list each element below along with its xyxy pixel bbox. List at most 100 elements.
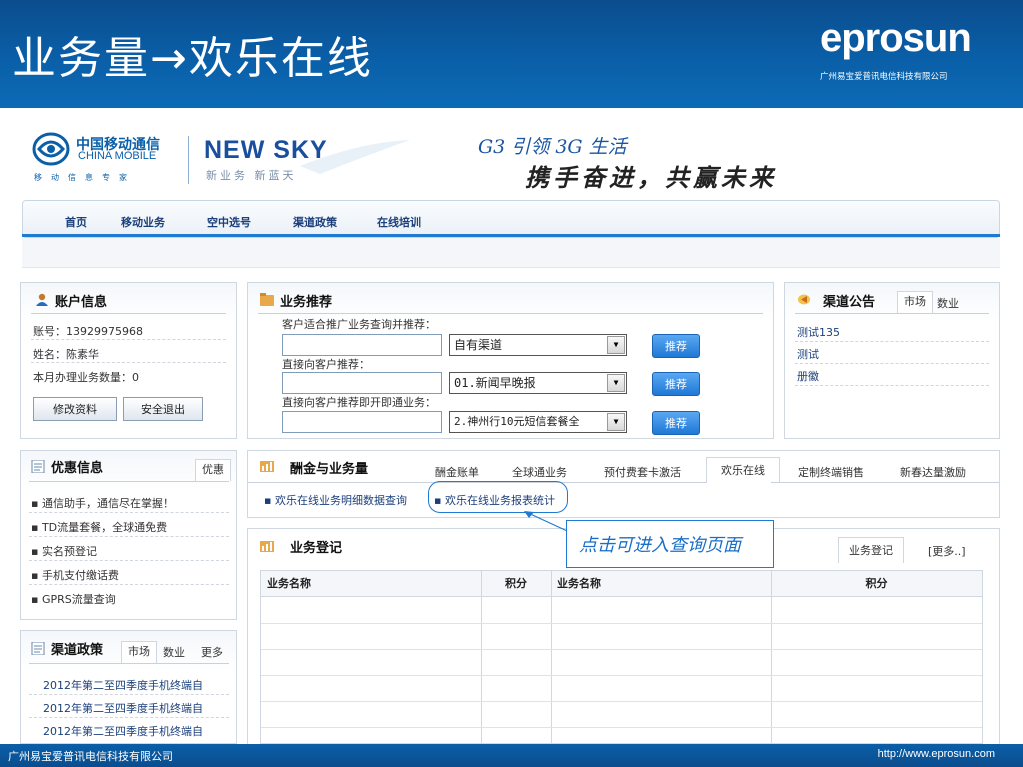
table-row — [261, 727, 982, 728]
registry-more-link[interactable]: [更多..] — [928, 543, 966, 559]
account-title: 账户信息 — [55, 295, 108, 310]
divider — [29, 663, 229, 664]
divider — [31, 339, 226, 340]
tab-commission-bill[interactable]: 酬金账单 — [435, 464, 479, 480]
recommend-button-2[interactable]: 推荐 — [652, 372, 700, 396]
slide-title: 业务量→欢乐在线 — [12, 33, 373, 84]
promo-item[interactable]: ▪ TD流量套餐，全球通免费 — [31, 519, 167, 535]
divider — [29, 694, 229, 695]
column-header: 业务名称 — [551, 571, 771, 597]
announce-item[interactable]: 测试 — [797, 346, 819, 362]
document-icon — [31, 642, 45, 655]
divider — [29, 481, 229, 482]
divider — [31, 362, 226, 363]
recommend-label-1: 客户适合推广业务查询并推荐： — [282, 318, 436, 331]
promo-item-text: GPRS流量查询 — [41, 593, 116, 606]
divider — [795, 385, 989, 386]
divider — [29, 560, 229, 561]
column-divider — [551, 571, 552, 745]
china-mobile-name-en: CHINA MOBILE — [78, 150, 157, 162]
dropdown-arrow-icon: ▼ — [607, 374, 625, 392]
policy-item[interactable]: 2012年第二至四季度手机终端自 — [43, 723, 203, 739]
banner-line-2: 携手奋进，共赢未来 — [525, 163, 777, 192]
policy-item[interactable]: 2012年第二至四季度手机终端自 — [43, 677, 203, 693]
promo-item-text: 实名预登记 — [41, 545, 97, 558]
tab-market[interactable]: 市场 — [121, 641, 157, 663]
promo-title: 优惠信息 — [51, 461, 104, 476]
chart-icon — [260, 541, 274, 552]
table-row — [261, 623, 982, 624]
promo-item[interactable]: ▪ 实名预登记 — [31, 543, 97, 559]
recommend-input-1[interactable] — [282, 334, 442, 356]
channel-select[interactable]: 自有渠道 ▼ — [449, 334, 627, 356]
column-divider — [481, 571, 482, 745]
tab-market[interactable]: 市场 — [897, 291, 933, 313]
tab-promo[interactable]: 优惠 — [195, 459, 231, 481]
chart-icon — [260, 461, 274, 472]
commission-panel: 酬金与业务量 酬金账单 全球通业务 预付费套卡激活 欢乐在线 定制终端销售 新春… — [247, 450, 1000, 518]
recommend-button-1[interactable]: 推荐 — [652, 334, 700, 358]
announce-item[interactable]: 册徽 — [797, 368, 819, 384]
tab-data[interactable]: 数业 — [937, 295, 959, 311]
divider — [31, 313, 226, 314]
table-row — [261, 701, 982, 702]
edit-profile-button[interactable]: 修改资料 — [33, 397, 117, 421]
package-select[interactable]: 2.神州行10元短信套餐全 ▼ — [449, 411, 627, 433]
account-name: 姓名：陈素华 — [33, 348, 99, 361]
recommend-input-2[interactable] — [282, 372, 442, 394]
recommend-label-2: 直接向客户推荐： — [282, 358, 370, 371]
nav-online-training[interactable]: 在线培训 — [377, 214, 421, 230]
divider — [29, 536, 229, 537]
nav-mobile-services[interactable]: 移动业务 — [121, 214, 165, 230]
divider — [29, 512, 229, 513]
promo-item-text: TD流量套餐，全球通免费 — [41, 521, 168, 534]
tab-prepaid[interactable]: 预付费套卡激活 — [604, 464, 681, 480]
promo-item[interactable]: ▪ 手机支付缴话费 — [31, 567, 119, 583]
nav-number-selection[interactable]: 空中选号 — [207, 214, 251, 230]
policy-item[interactable]: 2012年第二至四季度手机终端自 — [43, 700, 203, 716]
service-select[interactable]: 01.新闻早晚报 ▼ — [449, 372, 627, 394]
swoosh-icon — [300, 140, 410, 174]
china-mobile-tagline: 移动信息专家 — [34, 173, 136, 182]
promo-item[interactable]: ▪ 通信助手，通信尽在掌握！ — [31, 495, 174, 511]
announce-panel: 渠道公告 市场 数业 测试135 测试 册徽 — [784, 282, 1000, 439]
logout-button[interactable]: 安全退出 — [123, 397, 203, 421]
promo-panel: 优惠信息 优惠 ▪ 通信助手，通信尽在掌握！ ▪ TD流量套餐，全球通免费 ▪ … — [20, 450, 237, 620]
announce-item[interactable]: 测试135 — [797, 324, 840, 340]
column-header: 积分 — [481, 571, 551, 597]
divider — [29, 717, 229, 718]
nav-home[interactable]: 首页 — [65, 214, 87, 230]
recommend-button-3[interactable]: 推荐 — [652, 411, 700, 435]
tab-happy-online[interactable]: 欢乐在线 — [706, 457, 780, 483]
link-detail-query[interactable]: ▪ 欢乐在线业务明细数据查询 — [264, 492, 407, 508]
tab-terminal-sales[interactable]: 定制终端销售 — [798, 464, 864, 480]
link-detail-text: 欢乐在线业务明细数据查询 — [274, 494, 407, 507]
account-number: 账号：13929975968 — [33, 325, 143, 338]
tab-global[interactable]: 全球通业务 — [512, 464, 567, 480]
nav-channel-policy[interactable]: 渠道政策 — [293, 214, 337, 230]
callout-text: 点击可进入查询页面 — [579, 535, 741, 556]
new-sky-slogan: 新业务 新蓝天 — [206, 169, 297, 182]
main-nav: 首页 移动业务 空中选号 渠道政策 在线培训 — [22, 200, 1000, 238]
package-select-value: 2.神州行10元短信套餐全 — [454, 415, 580, 428]
announce-title: 渠道公告 — [823, 295, 876, 310]
nav-underline — [22, 234, 1000, 237]
policy-panel: 渠道政策 市场 数业 更多 2012年第二至四季度手机终端自 2012年第二至四… — [20, 630, 237, 744]
sub-nav-bar — [22, 238, 1000, 268]
table-row — [261, 649, 982, 650]
tab-spring-bonus[interactable]: 新春达量激励 — [900, 464, 966, 480]
footer-url[interactable]: http://www.eprosun.com — [878, 748, 995, 760]
recommend-title: 业务推荐 — [280, 295, 333, 310]
user-icon — [36, 293, 48, 306]
tab-more[interactable]: 更多 — [201, 644, 223, 660]
promo-item[interactable]: ▪ GPRS流量查询 — [31, 591, 116, 607]
dropdown-arrow-icon: ▼ — [607, 413, 625, 431]
divider — [29, 584, 229, 585]
promo-item-text: 手机支付缴话费 — [41, 569, 119, 582]
policy-title: 渠道政策 — [51, 643, 104, 658]
dropdown-arrow-icon: ▼ — [607, 336, 625, 354]
registry-table: 业务名称 积分 业务名称 积分 — [260, 570, 983, 745]
tab-registry[interactable]: 业务登记 — [838, 537, 904, 563]
recommend-input-3[interactable] — [282, 411, 442, 433]
tab-data[interactable]: 数业 — [163, 644, 185, 660]
